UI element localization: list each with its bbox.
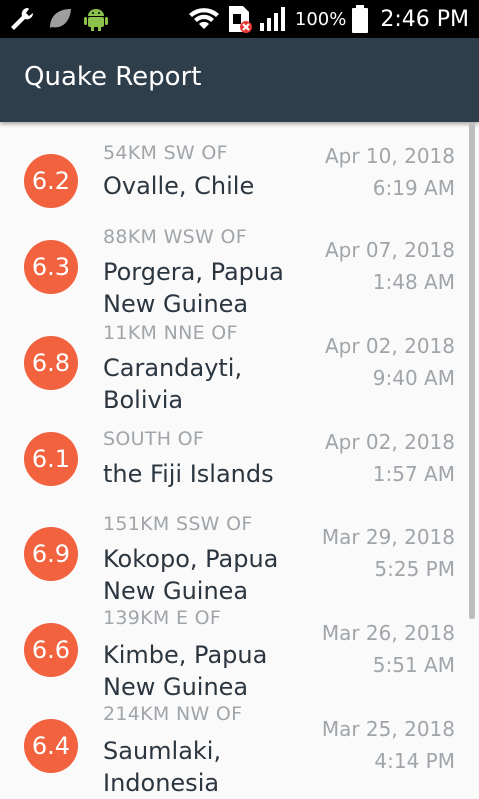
list-item[interactable]: 6.2 54KM SW OF Ovalle, Chile Apr 10, 201…	[0, 134, 470, 230]
quake-date: Mar 26, 2018	[321, 621, 455, 645]
primary-location: Porgera, Papua New Guinea	[103, 258, 284, 318]
primary-location: Kimbe, Papua New Guinea	[103, 641, 268, 701]
location-offset: 54KM SW OF	[103, 142, 228, 164]
list-item[interactable]: 6.4 214KM NW OF Saumlaki, Indonesia Mar …	[0, 699, 470, 797]
quake-date: Apr 07, 2018	[324, 238, 455, 262]
list-item[interactable]: 6.9 151KM SSW OF Kokopo, Papua New Guine…	[0, 507, 470, 605]
android-icon	[84, 9, 108, 31]
quake-time: 5:25 PM	[374, 557, 455, 581]
location-offset: SOUTH OF	[103, 428, 205, 450]
list-item[interactable]: 6.3 88KM WSW OF Porgera, Papua New Guine…	[0, 220, 470, 318]
location-offset: 151KM SSW OF	[103, 513, 253, 535]
quake-date: Mar 29, 2018	[321, 525, 455, 549]
quake-time: 1:57 AM	[372, 462, 455, 486]
sim-error-icon	[228, 6, 252, 33]
list-item[interactable]: 6.1 SOUTH OF the Fiji Islands Apr 02, 20…	[0, 424, 470, 520]
battery-percent: 100%	[294, 8, 347, 30]
primary-location: Saumlaki, Indonesia	[103, 737, 222, 797]
primary-location: Kokopo, Papua New Guinea	[103, 545, 279, 605]
location-offset: 88KM WSW OF	[103, 226, 247, 248]
wifi-icon	[188, 8, 219, 29]
quake-time: 4:14 PM	[374, 749, 455, 773]
list-item[interactable]: 6.6 139KM E OF Kimbe, Papua New Guinea M…	[0, 603, 470, 701]
quake-date: Apr 10, 2018	[324, 144, 455, 168]
magnitude-circle: 6.1	[24, 432, 78, 486]
clock: 2:46 PM	[380, 6, 469, 32]
wrench-icon	[11, 7, 34, 30]
quake-date: Mar 25, 2018	[321, 717, 455, 741]
app-bar: Quake Report	[0, 38, 479, 122]
battery-icon	[352, 5, 369, 33]
primary-location: Ovalle, Chile	[103, 172, 255, 200]
quake-time: 1:48 AM	[372, 270, 455, 294]
quake-date: Apr 02, 2018	[324, 430, 455, 454]
location-offset: 214KM NW OF	[103, 703, 243, 725]
earthquake-list[interactable]: 6.2 54KM SW OF Ovalle, Chile Apr 10, 201…	[0, 122, 479, 799]
magnitude-circle: 6.3	[24, 240, 78, 294]
magnitude-circle: 6.9	[24, 527, 78, 581]
quake-time: 9:40 AM	[372, 366, 455, 390]
location-offset: 139KM E OF	[103, 607, 222, 629]
signal-icon	[259, 7, 285, 31]
primary-location: Carandayti, Bolivia	[103, 354, 243, 414]
list-item[interactable]: 6.8 11KM NNE OF Carandayti, Bolivia Apr …	[0, 316, 470, 414]
quake-time: 6:19 AM	[372, 176, 455, 200]
magnitude-circle: 6.8	[24, 336, 78, 390]
quake-date: Apr 02, 2018	[324, 334, 455, 358]
primary-location: the Fiji Islands	[103, 460, 274, 488]
scrollbar[interactable]	[469, 124, 475, 619]
quake-time: 5:51 AM	[372, 653, 455, 677]
magnitude-circle: 6.4	[24, 719, 78, 773]
leaf-icon	[50, 9, 71, 28]
location-offset: 11KM NNE OF	[103, 322, 238, 344]
status-bar: 100% 2:46 PM	[0, 0, 479, 38]
app-title: Quake Report	[24, 62, 202, 92]
magnitude-circle: 6.6	[24, 623, 78, 677]
magnitude-circle: 6.2	[24, 154, 78, 208]
